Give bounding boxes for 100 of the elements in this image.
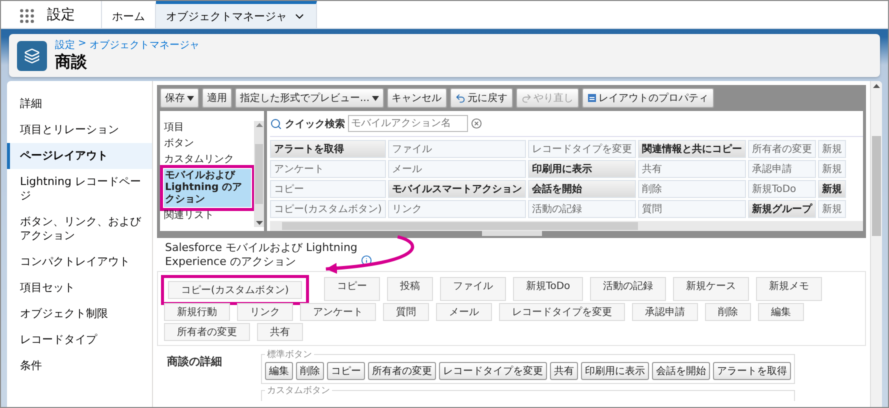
action-item[interactable]: リンク	[237, 303, 293, 321]
layout-button[interactable]: アラートを取得	[713, 362, 791, 380]
scroll-thumb[interactable]	[255, 144, 263, 204]
toolbar-button[interactable]: 保存	[160, 88, 199, 108]
palette-action[interactable]: 新規	[818, 140, 846, 158]
layout-button[interactable]: レコードタイプを変更	[439, 362, 547, 380]
info-icon[interactable]	[361, 255, 372, 266]
action-item[interactable]: 質問	[383, 303, 429, 321]
scroll-thumb[interactable]	[282, 222, 638, 230]
action-item[interactable]: 編集	[758, 303, 804, 321]
layout-button[interactable]: コピー	[327, 362, 365, 380]
layout-button[interactable]: 編集	[265, 362, 293, 380]
sidebar-item[interactable]: Lightning レコードページ	[7, 169, 152, 209]
action-item[interactable]: アンケート	[300, 303, 376, 321]
palette-action[interactable]: 新規	[818, 160, 846, 178]
category-item[interactable]: カスタムリンク	[163, 153, 252, 167]
action-item[interactable]: 所有者の変更	[164, 323, 250, 341]
toolbar-button[interactable]: レイアウトのプロパティ	[582, 88, 714, 108]
search-field[interactable]: モバイルアクション名	[348, 115, 468, 132]
sidebar-item[interactable]: レコードタイプ	[7, 327, 152, 353]
palette-action[interactable]: 会話を開始	[528, 180, 636, 198]
scroll-down-icon[interactable]	[256, 221, 262, 225]
palette-action[interactable]: ファイル	[388, 140, 526, 158]
palette-action[interactable]: コピー	[270, 180, 386, 198]
quick-search-label: クイック検索	[285, 118, 345, 130]
layout-button[interactable]: 印刷用に表示	[581, 362, 649, 380]
palette-action[interactable]: 承認申請	[748, 160, 816, 178]
palette-action[interactable]: 新規ToDo	[748, 180, 816, 198]
palette-action[interactable]: 質問	[638, 200, 746, 218]
palette-action[interactable]: 活動の記録	[528, 200, 636, 218]
scrollbar[interactable]	[270, 221, 863, 231]
undo-icon	[454, 92, 466, 104]
palette-action[interactable]: アンケート	[270, 160, 386, 178]
scroll-up-icon[interactable]	[256, 123, 262, 127]
palette-action[interactable]: 共有	[638, 160, 746, 178]
palette-action[interactable]: 関連情報と共にコピー	[638, 140, 746, 158]
palette-action[interactable]: 新規グループ	[748, 200, 816, 218]
palette-action[interactable]: コピー(カスタムボタン)	[270, 200, 386, 218]
page-title: 商談	[55, 52, 88, 73]
caret-icon	[187, 96, 194, 100]
action-item[interactable]: 投稿	[386, 277, 433, 301]
breadcrumb-link[interactable]: オブジェクトマネージャ	[89, 38, 200, 52]
scroll-up-icon[interactable]	[873, 84, 880, 88]
action-item[interactable]: コピー(カスタムボタン)	[168, 281, 302, 299]
palette-action[interactable]: 新規	[818, 180, 846, 198]
palette-action[interactable]: 所有者の変更	[748, 140, 816, 158]
category-item[interactable]: 項目	[163, 121, 252, 135]
layout-button[interactable]: 会話を開始	[652, 362, 710, 380]
sidebar-item[interactable]: ボタン、リンク、およびアクション	[7, 209, 152, 249]
category-item[interactable]: ボタン	[163, 137, 252, 151]
action-item[interactable]: 新規メモ	[756, 277, 822, 301]
action-item[interactable]: 承認申請	[632, 303, 698, 321]
app-launcher-icon[interactable]	[19, 8, 35, 24]
toolbar-button[interactable]: 適用	[202, 88, 232, 108]
palette-action[interactable]: 新規	[818, 200, 846, 218]
sidebar-item[interactable]: 項目とリレーション	[7, 117, 152, 143]
action-item[interactable]: メール	[436, 303, 492, 321]
resize-handle[interactable]	[482, 231, 542, 236]
caret-icon	[372, 96, 379, 100]
action-item[interactable]: 新規行動	[164, 303, 230, 321]
group-legend: カスタムボタン	[265, 384, 332, 397]
nav-tab[interactable]: オブジェクトマネージャ	[156, 1, 317, 28]
layers-icon	[17, 40, 47, 70]
action-item[interactable]: 削除	[705, 303, 751, 321]
palette-action[interactable]: アラートを取得	[270, 140, 386, 158]
sidebar-item[interactable]: 詳細	[7, 91, 152, 117]
scrollbar[interactable]	[254, 121, 264, 227]
clear-icon[interactable]	[471, 118, 482, 129]
category-item[interactable]: 関連リスト	[163, 209, 252, 223]
category-item[interactable]: モバイルおよび Lightning のアクション	[164, 169, 251, 207]
toolbar-button[interactable]: 元に戻す	[450, 88, 513, 108]
action-item[interactable]: 活動の記録	[590, 277, 666, 301]
sidebar-item[interactable]: コンパクトレイアウト	[7, 249, 152, 275]
action-item[interactable]: ファイル	[440, 277, 506, 301]
palette-action[interactable]: メール	[388, 160, 526, 178]
properties-icon	[586, 93, 597, 103]
group-legend: 標準ボタン	[265, 348, 314, 361]
layout-button[interactable]: 削除	[296, 362, 324, 380]
sidebar-item[interactable]: ページレイアウト	[7, 143, 152, 169]
sidebar-item[interactable]: オブジェクト制限	[7, 301, 152, 327]
toolbar-button[interactable]: キャンセル	[386, 88, 447, 108]
action-item[interactable]: コピー	[324, 277, 380, 301]
layout-button[interactable]: 共有	[550, 362, 578, 380]
palette-action[interactable]: 削除	[638, 180, 746, 198]
sidebar-item[interactable]: 項目セット	[7, 275, 152, 301]
toolbar-button[interactable]: 指定した形式でプレビュー...	[235, 88, 384, 108]
palette-action[interactable]: 印刷用に表示	[528, 160, 636, 178]
scrollbar[interactable]	[870, 81, 882, 407]
search-icon	[270, 118, 282, 130]
action-item[interactable]: 新規ToDo	[512, 277, 584, 301]
palette-action[interactable]: レコードタイプを変更	[528, 140, 636, 158]
action-item[interactable]: 新規ケース	[673, 277, 750, 301]
sidebar-item[interactable]: 条件	[7, 353, 152, 379]
palette-action[interactable]: リンク	[388, 200, 526, 218]
action-item[interactable]: レコードタイプを変更	[499, 303, 625, 321]
scroll-thumb[interactable]	[872, 136, 881, 236]
breadcrumb-link[interactable]: 設定	[55, 38, 75, 52]
action-item[interactable]: 共有	[257, 323, 303, 341]
layout-button[interactable]: 所有者の変更	[368, 362, 436, 380]
palette-action[interactable]: モバイルスマートアクション	[388, 180, 526, 198]
